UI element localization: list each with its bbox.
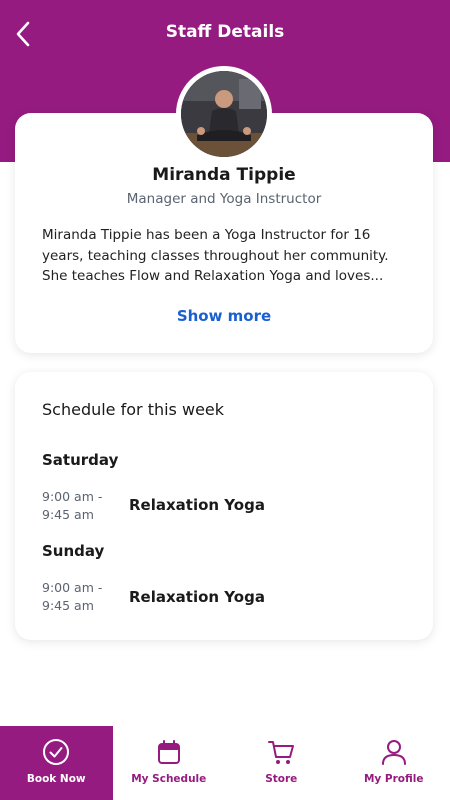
check-circle-icon xyxy=(43,739,70,765)
cart-icon xyxy=(268,741,295,764)
avatar xyxy=(176,66,272,162)
tab-label: Store xyxy=(265,773,298,785)
day-heading: Sunday xyxy=(42,542,105,560)
tab-label: My Profile xyxy=(363,773,424,785)
session-time-end: 9:45 am xyxy=(42,598,94,613)
session-time-start: 9:00 am - xyxy=(42,489,103,504)
session-time: 9:00 am - 9:45 am xyxy=(42,579,122,615)
page-title: Staff Details xyxy=(165,22,285,42)
session-class[interactable]: Relaxation Yoga xyxy=(129,496,265,514)
avatar-photo xyxy=(181,71,267,157)
session-time-start: 9:00 am - xyxy=(42,580,103,595)
calendar-icon xyxy=(157,740,180,764)
tab-label: Book Now xyxy=(26,773,86,785)
tab-book-now[interactable]: Book Now xyxy=(0,726,113,800)
show-more-link[interactable]: Show more xyxy=(15,307,433,325)
tab-store[interactable]: Store xyxy=(225,726,338,800)
user-icon xyxy=(381,740,406,765)
schedule-card: Schedule for this week Saturday 9:00 am … xyxy=(15,372,433,640)
bottom-tab-bar: Book Now My Schedule Store My Profile xyxy=(0,726,450,800)
schedule-title: Schedule for this week xyxy=(42,400,225,419)
session-class[interactable]: Relaxation Yoga xyxy=(129,588,265,606)
session-time: 9:00 am - 9:45 am xyxy=(42,488,122,524)
tab-my-schedule[interactable]: My Schedule xyxy=(113,726,226,800)
tab-my-profile[interactable]: My Profile xyxy=(338,726,450,800)
session-time-end: 9:45 am xyxy=(42,507,94,522)
staff-role: Manager and Yoga Instructor xyxy=(126,191,322,207)
tab-label: My Schedule xyxy=(131,773,207,785)
day-heading: Saturday xyxy=(42,451,119,469)
staff-name: Miranda Tippie xyxy=(152,165,296,185)
staff-bio: Miranda Tippie has been a Yoga Instructo… xyxy=(42,227,389,284)
